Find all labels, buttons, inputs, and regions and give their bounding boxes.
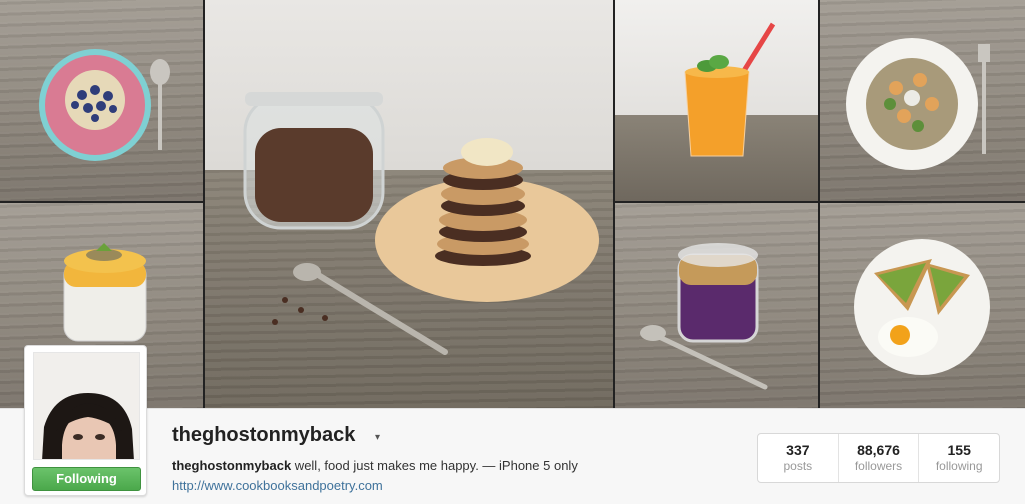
stat-posts[interactable]: 337 posts xyxy=(758,434,838,482)
options-caret-icon[interactable]: ▾ xyxy=(375,432,380,443)
chickpea-salad-image xyxy=(846,38,990,170)
photo-tile-berry-jar[interactable] xyxy=(615,203,818,408)
avatar-portrait-image xyxy=(34,353,139,459)
avocado-toast-image xyxy=(854,239,990,375)
profile-website-link[interactable]: http://www.cookbooksandpoetry.com xyxy=(172,478,383,493)
photo-tile-chickpea-salad[interactable] xyxy=(820,0,1025,201)
profile-card: Following xyxy=(24,345,147,496)
profile-bio: theghostonmyback well, food just makes m… xyxy=(172,458,578,473)
profile-username: theghostonmyback xyxy=(172,424,356,446)
stat-followers-label: followers xyxy=(854,459,903,473)
stat-posts-count: 337 xyxy=(786,442,810,458)
stat-following-count: 155 xyxy=(947,442,971,458)
pancakes-image xyxy=(243,92,599,355)
profile-page: Following theghostonmyback ▾ theghostonm… xyxy=(0,0,1025,504)
photo-tile-mango-drink[interactable] xyxy=(615,0,818,201)
following-button[interactable]: Following xyxy=(32,467,141,491)
profile-stats: 337 posts 88,676 followers 155 following xyxy=(757,433,1000,483)
stat-following-label: following xyxy=(935,459,983,473)
berry-jar-image xyxy=(640,243,768,390)
photo-tile-smoothie-bowl[interactable] xyxy=(0,0,203,201)
stat-posts-label: posts xyxy=(783,459,813,473)
photo-tile-pancakes[interactable] xyxy=(205,0,613,408)
smoothie-bowl-image xyxy=(39,49,170,161)
stat-followers[interactable]: 88,676 followers xyxy=(837,434,919,482)
photo-tile-avocado-toast[interactable] xyxy=(820,203,1025,408)
bio-name: theghostonmyback xyxy=(172,458,292,473)
bio-text: well, food just makes me happy. — iPhone… xyxy=(291,458,578,473)
stat-followers-count: 88,676 xyxy=(857,442,900,458)
photo-mosaic xyxy=(0,0,1025,408)
stat-following[interactable]: 155 following xyxy=(918,434,999,482)
mango-drink-image xyxy=(684,22,776,157)
avatar[interactable] xyxy=(33,352,140,460)
